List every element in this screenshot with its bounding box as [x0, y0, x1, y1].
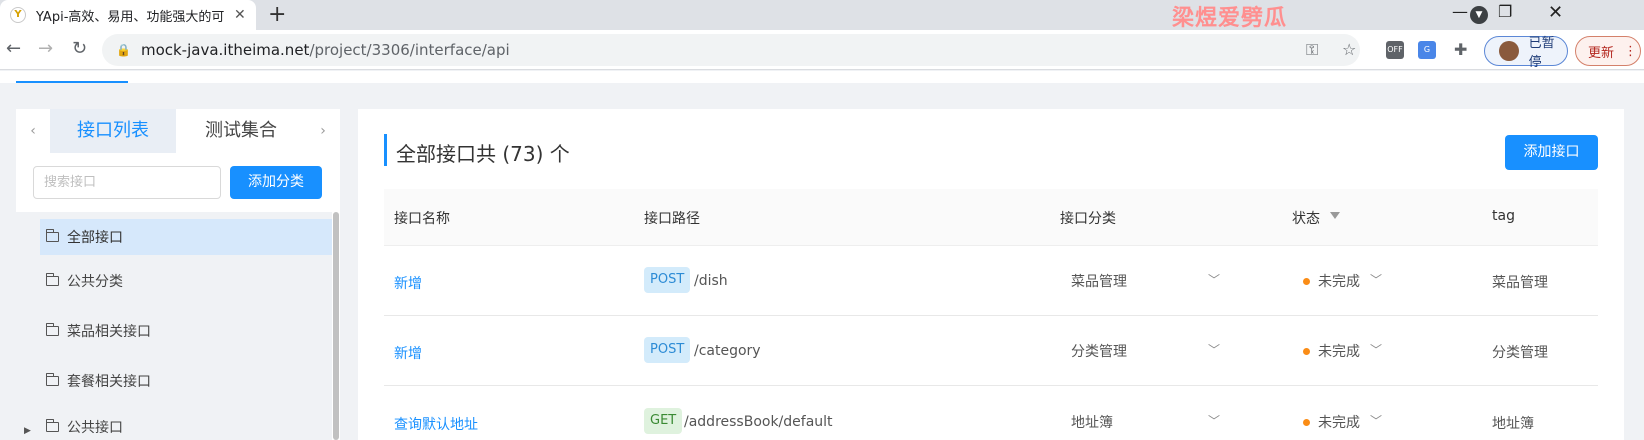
chevron-down-icon[interactable]: ﹀: [1208, 412, 1220, 429]
column-header-category: 接口分类: [1060, 211, 1116, 227]
chevron-down-icon[interactable]: ﹀: [1208, 271, 1220, 288]
column-header-path: 接口路径: [644, 211, 700, 227]
table-row: [384, 246, 1598, 316]
method-badge: POST: [644, 337, 691, 363]
minimize-icon[interactable]: —: [1452, 2, 1468, 21]
category-label: 套餐相关接口: [67, 374, 151, 390]
url-path: /project/3306/interface/api: [309, 41, 510, 59]
profile-status: 已暂停: [1528, 36, 1555, 70]
watermark-text: 梁煜爱劈瓜: [1172, 6, 1288, 31]
update-button[interactable]: 更新 ⋮: [1575, 36, 1641, 66]
folder-icon: [46, 418, 59, 432]
column-header-status: 状态: [1292, 211, 1320, 227]
folder-icon: [46, 273, 59, 286]
category-select[interactable]: 菜品管理: [1071, 271, 1127, 291]
browser-tab[interactable]: Y YApi-高效、易用、功能强大的可 ✕: [0, 0, 256, 30]
status-dot: [1303, 278, 1310, 285]
forward-arrow-icon[interactable]: →: [38, 38, 53, 59]
chevron-down-icon[interactable]: ﹀: [1208, 341, 1220, 358]
puzzle-extensions-icon[interactable]: ✚: [1454, 40, 1467, 59]
add-interface-button[interactable]: 添加接口: [1505, 135, 1598, 170]
category-label: 菜品相关接口: [67, 324, 151, 340]
new-tab-button[interactable]: +: [268, 2, 286, 27]
folder-icon: [46, 373, 59, 386]
category-select[interactable]: 地址簿: [1071, 412, 1113, 432]
scrollbar-thumb[interactable]: [333, 212, 339, 440]
extension-off-icon[interactable]: OFF: [1386, 41, 1404, 59]
tab-next-icon[interactable]: ›: [306, 109, 340, 153]
interface-path: /dish: [694, 273, 728, 289]
category-scrollbar[interactable]: [332, 212, 340, 440]
add-category-button[interactable]: 添加分类: [230, 166, 322, 199]
yapi-favicon-icon: Y: [10, 7, 26, 23]
bookmark-star-icon[interactable]: ☆: [1342, 40, 1356, 59]
lock-icon: 🔒: [116, 43, 131, 57]
method-badge: GET: [644, 408, 683, 434]
tag-text: 地址簿: [1492, 416, 1534, 432]
more-menu-icon[interactable]: ⋮: [1624, 44, 1637, 59]
interface-path: /addressBook/default: [684, 414, 833, 430]
status-dot: [1303, 348, 1310, 355]
tag-text: 菜品管理: [1492, 275, 1548, 291]
tag-text: 分类管理: [1492, 345, 1548, 361]
table-header: [384, 189, 1598, 246]
category-label: 全部接口: [67, 230, 123, 246]
table-row: [384, 316, 1598, 386]
folder-icon: [46, 229, 59, 242]
category-label: 公共接口: [67, 419, 123, 436]
key-icon[interactable]: ⚿: [1306, 40, 1318, 60]
back-arrow-icon[interactable]: ←: [6, 38, 21, 59]
search-input[interactable]: 搜索接口: [33, 166, 221, 199]
interface-name-link[interactable]: 新增: [394, 343, 422, 363]
address-bar[interactable]: 🔒 mock-java.itheima.net/project/3306/int…: [102, 34, 1360, 66]
chevron-down-icon[interactable]: ﹀: [1370, 271, 1382, 288]
status-dot: [1303, 419, 1310, 426]
category-label: 公共分类: [67, 274, 123, 290]
category-item-common[interactable]: 公共接口: [40, 413, 332, 440]
page-top-nav: [0, 71, 1644, 83]
update-label: 更新: [1588, 45, 1615, 61]
tab-title: YApi-高效、易用、功能强大的可: [36, 9, 225, 25]
status-filter-icon[interactable]: [1330, 212, 1340, 219]
table-row: [384, 386, 1598, 440]
tab-test-collection[interactable]: 测试集合: [176, 109, 306, 153]
interface-name-link[interactable]: 查询默认地址: [394, 414, 478, 434]
chevron-down-icon[interactable]: ﹀: [1370, 341, 1382, 358]
translate-extension-icon[interactable]: G: [1418, 41, 1436, 59]
page-title: 全部接口共 (73) 个: [396, 142, 570, 166]
method-badge: POST: [644, 267, 691, 293]
status-select[interactable]: 未完成: [1318, 341, 1360, 361]
avatar: [1499, 41, 1519, 61]
url-text: mock-java.itheima.net/project/3306/inter…: [141, 41, 510, 59]
window-close-icon[interactable]: ✕: [1548, 2, 1563, 23]
category-item-public[interactable]: 公共分类: [40, 263, 332, 299]
folder-icon: [46, 323, 59, 336]
active-nav-indicator: [16, 81, 128, 83]
category-item-dish[interactable]: 菜品相关接口: [40, 313, 332, 349]
maximize-icon[interactable]: ❐: [1498, 2, 1512, 21]
column-header-name: 接口名称: [394, 211, 450, 227]
category-item-setmeal[interactable]: 套餐相关接口: [40, 363, 332, 399]
category-select[interactable]: 分类管理: [1071, 341, 1127, 361]
profile-button[interactable]: 已暂停: [1484, 36, 1568, 70]
tab-prev-icon[interactable]: ‹: [16, 109, 50, 153]
interface-name-link[interactable]: 新增: [394, 273, 422, 293]
interface-path: /category: [694, 343, 761, 359]
tab-interface-list[interactable]: 接口列表: [50, 109, 176, 153]
tab-search-icon[interactable]: ▼: [1470, 6, 1488, 24]
url-host: mock-java.itheima.net: [140, 41, 310, 59]
expand-caret-icon[interactable]: ▶: [24, 426, 31, 436]
category-item-all[interactable]: 全部接口: [40, 219, 332, 255]
reload-icon[interactable]: ↻: [72, 38, 87, 59]
title-accent-bar: [384, 134, 387, 166]
tab-close-icon[interactable]: ✕: [234, 7, 246, 23]
status-select[interactable]: 未完成: [1318, 412, 1360, 432]
chevron-down-icon[interactable]: ﹀: [1370, 412, 1382, 429]
status-select[interactable]: 未完成: [1318, 271, 1360, 291]
column-header-tag: tag: [1492, 208, 1515, 224]
